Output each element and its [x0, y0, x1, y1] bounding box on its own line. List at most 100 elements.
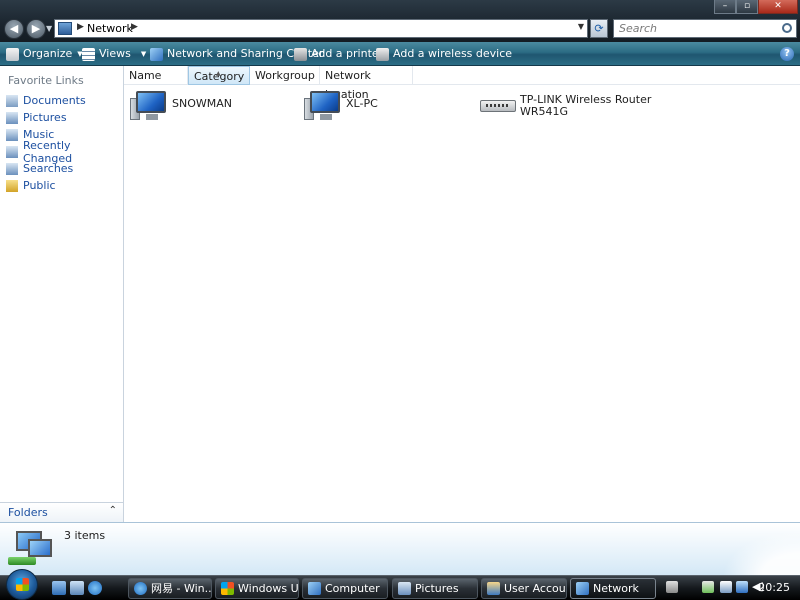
- refresh-button[interactable]: ⟳: [590, 19, 608, 38]
- documents-icon: [6, 94, 18, 107]
- taskbar: 网易 - Win... Windows U... Computer Pictur…: [0, 575, 800, 600]
- back-button[interactable]: ◀: [4, 19, 24, 39]
- column-header-category[interactable]: ▲ Category: [188, 66, 250, 85]
- network-item-label: SNOWMAN: [172, 97, 232, 110]
- fav-item-label: Documents: [23, 94, 86, 107]
- computer-icon: [304, 90, 342, 122]
- chevron-up-icon: ⌃: [108, 505, 117, 516]
- organize-label: Organize: [23, 47, 73, 60]
- windows-logo-icon: [16, 578, 29, 591]
- public-folder-icon: [6, 179, 18, 192]
- folders-toggle[interactable]: Folders ⌃: [0, 502, 123, 522]
- network-sharing-icon: [150, 47, 163, 61]
- taskbar-button-label: User Accou...: [504, 582, 566, 595]
- switch-windows-icon[interactable]: [70, 581, 84, 595]
- taskbar-button-label: Computer: [325, 582, 380, 595]
- windows-update-icon: [221, 582, 234, 595]
- network-icon: [576, 582, 589, 595]
- maximize-button[interactable]: ▫: [736, 0, 758, 14]
- search-input[interactable]: Search: [613, 19, 797, 38]
- forward-button[interactable]: ▶: [26, 19, 46, 39]
- caption-buttons: – ▫ ✕: [714, 0, 798, 14]
- system-tray: ◀) 20:25: [658, 576, 800, 600]
- user-accounts-icon: [487, 582, 500, 595]
- start-button[interactable]: [6, 569, 38, 600]
- taskbar-button-netease[interactable]: 网易 - Win...: [128, 578, 212, 599]
- views-icon: [82, 47, 95, 61]
- internet-explorer-icon: [134, 582, 147, 595]
- address-bar[interactable]: ▶ Network ▶ ▼: [54, 19, 588, 38]
- favorite-links-heading: Favorite Links: [8, 74, 84, 87]
- column-header-workgroup[interactable]: Workgroup: [250, 66, 320, 85]
- internet-explorer-icon[interactable]: [88, 581, 102, 595]
- network-item-xl-pc[interactable]: XL-PC: [304, 90, 378, 122]
- taskbar-button-label: Pictures: [415, 582, 459, 595]
- views-label: Views: [99, 47, 131, 60]
- help-icon[interactable]: ?: [780, 47, 794, 61]
- file-list-view: Name ▲ Category Workgroup Network locati…: [124, 66, 800, 522]
- recent-pages-chevron-icon[interactable]: ▼: [46, 24, 52, 33]
- breadcrumb-network[interactable]: Network: [87, 22, 133, 35]
- pictures-icon: [6, 111, 18, 124]
- views-button[interactable]: Views ▼: [82, 46, 146, 62]
- details-decoration: [710, 523, 800, 576]
- add-wireless-device-button[interactable]: Add a wireless device: [376, 46, 512, 62]
- add-printer-button[interactable]: Add a printer: [294, 46, 383, 62]
- music-icon: [6, 128, 18, 141]
- column-header-name[interactable]: Name: [124, 66, 188, 85]
- fav-item-recently-changed[interactable]: Recently Changed: [6, 139, 123, 165]
- network-status-icon[interactable]: [736, 581, 748, 593]
- organize-button[interactable]: Organize ▼: [6, 46, 83, 62]
- breadcrumb-chevron-icon[interactable]: ▶: [77, 22, 84, 32]
- fav-item-label: Searches: [23, 162, 74, 175]
- fav-item-public[interactable]: Public: [6, 177, 123, 194]
- fav-item-documents[interactable]: Documents: [6, 92, 123, 109]
- navigation-pane: Favorite Links Documents Pictures Music …: [0, 66, 124, 522]
- folders-label: Folders: [8, 506, 48, 519]
- details-pane: 3 items: [0, 522, 800, 576]
- taskbar-button-label: Network: [593, 582, 639, 595]
- taskbar-button-windows-update[interactable]: Windows U...: [215, 578, 299, 599]
- show-desktop-icon[interactable]: [52, 581, 66, 595]
- network-item-label: TP-LINK Wireless Router WR541G: [520, 90, 651, 118]
- network-icon: [6, 529, 54, 569]
- chevron-down-icon: ▼: [140, 50, 147, 58]
- column-headers: Name ▲ Category Workgroup Network locati…: [124, 66, 800, 101]
- command-bar: Organize ▼ Views ▼ Network and Sharing C…: [0, 42, 800, 66]
- search-icon[interactable]: [782, 23, 792, 33]
- pictures-icon: [398, 582, 411, 595]
- column-header-network-location[interactable]: Network location: [320, 66, 413, 101]
- favorite-links-list: Documents Pictures Music Recently Change…: [6, 92, 123, 194]
- safely-remove-icon[interactable]: [702, 581, 714, 593]
- wireless-device-icon: [376, 47, 389, 61]
- taskbar-button-user-accounts[interactable]: User Accou...: [481, 578, 567, 599]
- taskbar-button-computer[interactable]: Computer: [302, 578, 388, 599]
- searches-icon: [6, 162, 18, 175]
- add-printer-label: Add a printer: [311, 47, 384, 60]
- taskbar-button-label: 网易 - Win...: [151, 582, 212, 595]
- clock[interactable]: 20:25: [758, 581, 790, 594]
- address-dropdown-icon[interactable]: ▼: [578, 22, 584, 31]
- network-item-label: XL-PC: [346, 97, 378, 110]
- breadcrumb-chevron-icon[interactable]: ▶: [131, 22, 138, 32]
- taskbar-button-label: Windows U...: [238, 582, 299, 595]
- network-item-snowman[interactable]: SNOWMAN: [130, 90, 232, 122]
- router-icon: [478, 90, 516, 122]
- add-wireless-label: Add a wireless device: [393, 47, 513, 60]
- minimize-button[interactable]: –: [714, 0, 736, 14]
- fav-item-label: Recently Changed: [22, 138, 73, 165]
- network-item-router[interactable]: TP-LINK Wireless Router WR541G: [478, 90, 651, 122]
- keyboard-icon[interactable]: [666, 581, 678, 593]
- printer-icon: [294, 47, 307, 61]
- computer-icon: [308, 582, 321, 595]
- sort-ascending-icon: ▲: [216, 70, 221, 77]
- computer-icon: [130, 90, 168, 122]
- fav-item-label: Pictures: [23, 111, 67, 124]
- recently-changed-icon: [6, 145, 18, 158]
- fav-item-pictures[interactable]: Pictures: [6, 109, 123, 126]
- router-name-line2: WR541G: [520, 105, 569, 118]
- taskbar-button-network[interactable]: Network: [570, 578, 656, 599]
- security-icon[interactable]: [720, 581, 732, 593]
- close-button[interactable]: ✕: [758, 0, 798, 14]
- taskbar-button-pictures[interactable]: Pictures: [392, 578, 478, 599]
